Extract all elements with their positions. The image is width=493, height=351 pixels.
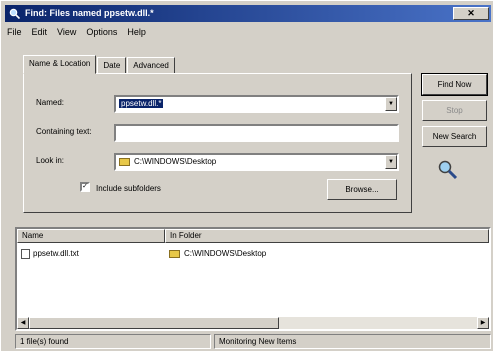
menu-options[interactable]: Options <box>86 25 117 39</box>
tab-date[interactable]: Date <box>97 57 127 74</box>
scroll-right-arrow-icon[interactable]: ▶ <box>477 317 489 329</box>
status-bar: 1 file(s) found Monitoring New Items <box>15 334 491 349</box>
find-window: Find: Files named ppsetw.dll.* ✕ File Ed… <box>0 0 493 351</box>
look-in-combobox[interactable]: C:\WINDOWS\Desktop ▼ <box>114 153 399 171</box>
folder-icon <box>169 249 180 258</box>
menu-view[interactable]: View <box>57 25 76 39</box>
new-search-button[interactable]: New Search <box>422 126 487 147</box>
magnifier-icon <box>438 160 458 180</box>
browse-button[interactable]: Browse... <box>327 179 397 200</box>
scroll-left-arrow-icon[interactable]: ◀ <box>17 317 29 329</box>
tab-advanced[interactable]: Advanced <box>127 57 175 74</box>
stop-button: Stop <box>422 100 487 121</box>
status-found-count: 1 file(s) found <box>15 334 211 349</box>
named-combobox[interactable]: ppsetw.dll.* ▼ <box>114 95 399 113</box>
look-in-dropdown-arrow-icon[interactable]: ▼ <box>385 155 397 169</box>
named-dropdown-arrow-icon[interactable]: ▼ <box>385 97 397 111</box>
result-file-name: ppsetw.dll.txt <box>33 249 79 259</box>
close-button[interactable]: ✕ <box>453 7 489 20</box>
text-file-icon <box>21 249 30 259</box>
window-title: Find: Files named ppsetw.dll.* <box>25 8 154 18</box>
menu-help[interactable]: Help <box>127 25 146 39</box>
folder-icon <box>119 157 130 166</box>
status-message: Monitoring New Items <box>214 334 491 349</box>
menu-edit[interactable]: Edit <box>32 25 48 39</box>
results-list[interactable]: Name In Folder ppsetw.dll.txt C:\WINDOWS… <box>15 227 491 331</box>
named-label: Named: <box>36 98 65 107</box>
tab-name-location[interactable]: Name & Location <box>23 55 97 74</box>
magnifier-app-icon <box>9 8 20 19</box>
result-row-name[interactable]: ppsetw.dll.txt <box>21 249 79 259</box>
containing-text-label: Containing text: <box>36 127 92 136</box>
result-folder-path: C:\WINDOWS\Desktop <box>184 249 267 258</box>
look-in-label: Look in: <box>36 156 65 165</box>
title-bar: Find: Files named ppsetw.dll.* ✕ <box>5 5 491 22</box>
scroll-thumb[interactable] <box>29 317 279 329</box>
column-header-name[interactable]: Name <box>17 229 165 243</box>
menu-bar: File Edit View Options Help <box>7 25 146 39</box>
result-row-folder: C:\WINDOWS\Desktop <box>169 249 266 259</box>
include-subfolders-label: Include subfolders <box>96 184 161 193</box>
look-in-value: C:\WINDOWS\Desktop <box>134 157 217 166</box>
column-header-in-folder[interactable]: In Folder <box>165 229 489 243</box>
search-criteria-panel: Named: ppsetw.dll.* ▼ Containing text: L… <box>23 73 412 213</box>
containing-text-input[interactable] <box>114 124 399 142</box>
find-now-button[interactable]: Find Now <box>421 73 488 96</box>
horizontal-scrollbar[interactable]: ◀ ▶ <box>17 317 489 329</box>
named-value: ppsetw.dll.* <box>119 99 164 108</box>
menu-file[interactable]: File <box>7 25 22 39</box>
tab-strip: Name & Location Date Advanced <box>23 55 176 74</box>
include-subfolders-checkbox[interactable]: ✓ <box>80 182 90 192</box>
